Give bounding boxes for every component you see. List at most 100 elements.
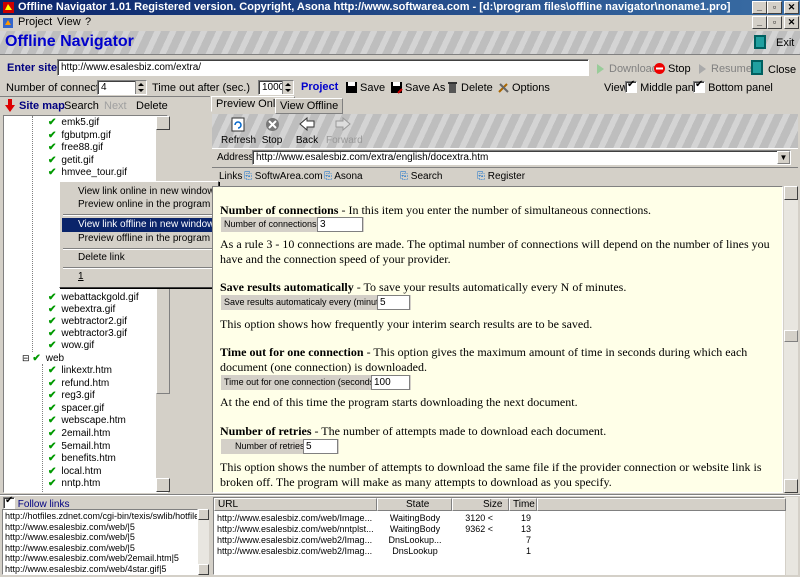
follow-link-item[interactable]: http://hotfiles.zdnet.com/cgi-bin/texis/…	[5, 511, 197, 521]
exit-door-icon[interactable]	[753, 34, 767, 50]
mdi-close-button[interactable]: ✕	[784, 16, 799, 29]
menu-separator	[63, 267, 215, 269]
tree-item[interactable]: ✔ webextra.gif	[48, 304, 115, 316]
link-register[interactable]: ⎘ Register	[477, 171, 525, 182]
close-window-button[interactable]: ✕	[784, 1, 799, 14]
exit-button[interactable]: Exit	[776, 37, 794, 49]
timeout-spinner[interactable]	[282, 81, 293, 94]
tree-item[interactable]: ✔ nntp.htm	[48, 478, 100, 490]
tab-site-map[interactable]: Site map	[19, 100, 65, 112]
close-project-button[interactable]: Close	[750, 59, 796, 76]
timeout-demo-input[interactable]: 100	[371, 375, 410, 390]
scroll-up-arrow[interactable]	[156, 116, 170, 130]
scroll-thumb[interactable]	[784, 330, 798, 342]
stop-button[interactable]: Stop	[653, 62, 691, 75]
connections-demo-input[interactable]: 3	[317, 217, 363, 232]
tree-item[interactable]: ✔ linkextr.htm	[48, 365, 112, 377]
retries-demo-input[interactable]: 5	[303, 439, 338, 454]
save-demo-input[interactable]: 5	[377, 295, 410, 310]
connections-spinner[interactable]	[135, 81, 146, 94]
follow-link-item[interactable]: http://www.esalesbiz.com/web/|5	[5, 543, 135, 553]
refresh-button[interactable]: Refresh	[221, 117, 256, 146]
mdi-minimize-button[interactable]: _	[752, 16, 767, 29]
menu-bar: Project View ? _ ▫ ✕	[0, 15, 800, 31]
forward-button[interactable]: Forward	[326, 116, 363, 146]
column-time[interactable]: Time	[509, 498, 537, 511]
menu-view-offline-new[interactable]: View link offline in new window ...	[62, 218, 226, 232]
middle-panel-checkbox[interactable]	[625, 79, 637, 93]
bottom-panel-toggle[interactable]: Bottom panel	[693, 79, 773, 94]
tree-item[interactable]: ✔ getit.gif	[48, 155, 94, 167]
tree-item[interactable]: ✔ free88.gif	[48, 142, 103, 154]
save-as-button[interactable]: Save As	[390, 81, 445, 94]
options-button[interactable]: Options	[497, 81, 550, 94]
mdi-restore-button[interactable]: ▫	[767, 16, 782, 29]
column-size[interactable]: Size	[452, 498, 509, 511]
tab-search[interactable]: Search	[64, 100, 99, 112]
link-asona[interactable]: ⎘ Asona	[324, 171, 363, 182]
scroll-up-arrow[interactable]	[784, 186, 798, 200]
follow-link-item[interactable]: http://www.esalesbiz.com/web/4star.gif|5	[5, 564, 166, 574]
menu-help[interactable]: ?	[85, 16, 91, 28]
tree-folder-web[interactable]: ⊟ ✔ web	[22, 352, 64, 364]
tree-item[interactable]: ✔ 2email.htm	[48, 428, 110, 440]
tree-scrollbar[interactable]	[156, 116, 170, 492]
downloads-scrollbar[interactable]	[786, 497, 798, 575]
menu-view[interactable]: View	[57, 16, 81, 28]
follow-links-list[interactable]: http://hotfiles.zdnet.com/cgi-bin/texis/…	[2, 509, 198, 575]
minimize-button[interactable]: _	[752, 1, 767, 14]
tree-item[interactable]: ✔ wow.gif	[48, 340, 94, 352]
browser-stop-button[interactable]: Stop	[260, 117, 284, 146]
site-url-input[interactable]: http://www.esalesbiz.com/extra/	[57, 59, 589, 76]
tree-item[interactable]: ✔ hmvee_tour.gif	[48, 167, 127, 179]
back-button[interactable]: Back	[294, 116, 320, 146]
downloads-table[interactable]: URL State Size Time http://www.esalesbiz…	[213, 497, 786, 575]
links-scrollbar[interactable]	[198, 509, 209, 575]
middle-panel-toggle[interactable]: Middle panel	[625, 79, 702, 94]
site-map-tree[interactable]: ✔ emk5.gif ✔ fgbutpm.gif ✔ free88.gif ✔ getit.g…	[3, 115, 168, 493]
download-button[interactable]: Download	[594, 62, 658, 75]
tree-item[interactable]: ✔ spacer.gif	[48, 403, 104, 415]
bottom-panel-checkbox[interactable]	[693, 79, 705, 93]
save-button[interactable]: Save	[345, 81, 385, 94]
tab-view-offline[interactable]: View Offline	[275, 98, 344, 114]
scroll-down-arrow[interactable]	[784, 479, 798, 493]
tree-item[interactable]: ✔ reg3.gif	[48, 390, 95, 402]
delete-node-button[interactable]: Delete	[136, 100, 168, 112]
column-state[interactable]: State	[377, 498, 452, 511]
menu-preview-offline[interactable]: Preview offline in the program	[62, 232, 216, 246]
scroll-down-arrow[interactable]	[156, 478, 170, 492]
menu-recent-1[interactable]: 1	[62, 270, 216, 284]
link-search[interactable]: ⎘ Search	[400, 171, 442, 182]
tree-item[interactable]: ✔ local.htm	[48, 466, 101, 478]
tree-item[interactable]: ✔ benefits.htm	[48, 453, 116, 465]
next-button[interactable]: Next	[104, 100, 127, 112]
follow-link-item[interactable]: http://www.esalesbiz.com/web/2email.htm|…	[5, 553, 179, 563]
tree-item[interactable]: ✔ 5email.htm	[48, 441, 110, 453]
column-url[interactable]: URL	[214, 498, 377, 511]
menu-project[interactable]: Project	[18, 16, 52, 28]
menu-delete-link[interactable]: Delete link	[62, 251, 216, 265]
menu-preview-online[interactable]: Preview online in the program	[62, 198, 216, 212]
scroll-down-arrow[interactable]	[198, 564, 209, 575]
menu-view-online-new[interactable]: View link online in new window...	[62, 185, 222, 199]
follow-link-item[interactable]: http://www.esalesbiz.com/web/|5	[5, 522, 135, 532]
tree-item[interactable]: ✔ webtractor3.gif	[48, 328, 127, 340]
splitter[interactable]	[0, 494, 800, 496]
maximize-button[interactable]: ▫	[767, 1, 782, 14]
content-scrollbar[interactable]	[784, 186, 798, 493]
delete-project-button[interactable]: Delete	[446, 81, 493, 94]
tree-item[interactable]: ✔ emk5.gif	[48, 117, 99, 129]
address-input[interactable]: http://www.esalesbiz.com/extra/english/d…	[252, 150, 791, 165]
tree-item[interactable]: ✔ refund.htm	[48, 378, 109, 390]
tree-item[interactable]: ✔ webtractor2.gif	[48, 316, 127, 328]
link-softwarea[interactable]: ⎘ SoftwArea.com	[244, 171, 323, 182]
tree-item[interactable]: ✔ webscape.htm	[48, 415, 126, 427]
tree-item[interactable]: ✔ fgbutpm.gif	[48, 130, 111, 142]
tree-item[interactable]: ✔ webattackgold.gif	[48, 292, 139, 304]
address-dropdown-arrow[interactable]: ▼	[777, 151, 790, 164]
follow-link-item[interactable]: http://www.esalesbiz.com/web/|5	[5, 532, 135, 542]
scroll-up-arrow[interactable]	[198, 509, 209, 520]
resume-button[interactable]: Resume	[696, 62, 752, 75]
follow-links-checkbox[interactable]	[3, 495, 15, 509]
